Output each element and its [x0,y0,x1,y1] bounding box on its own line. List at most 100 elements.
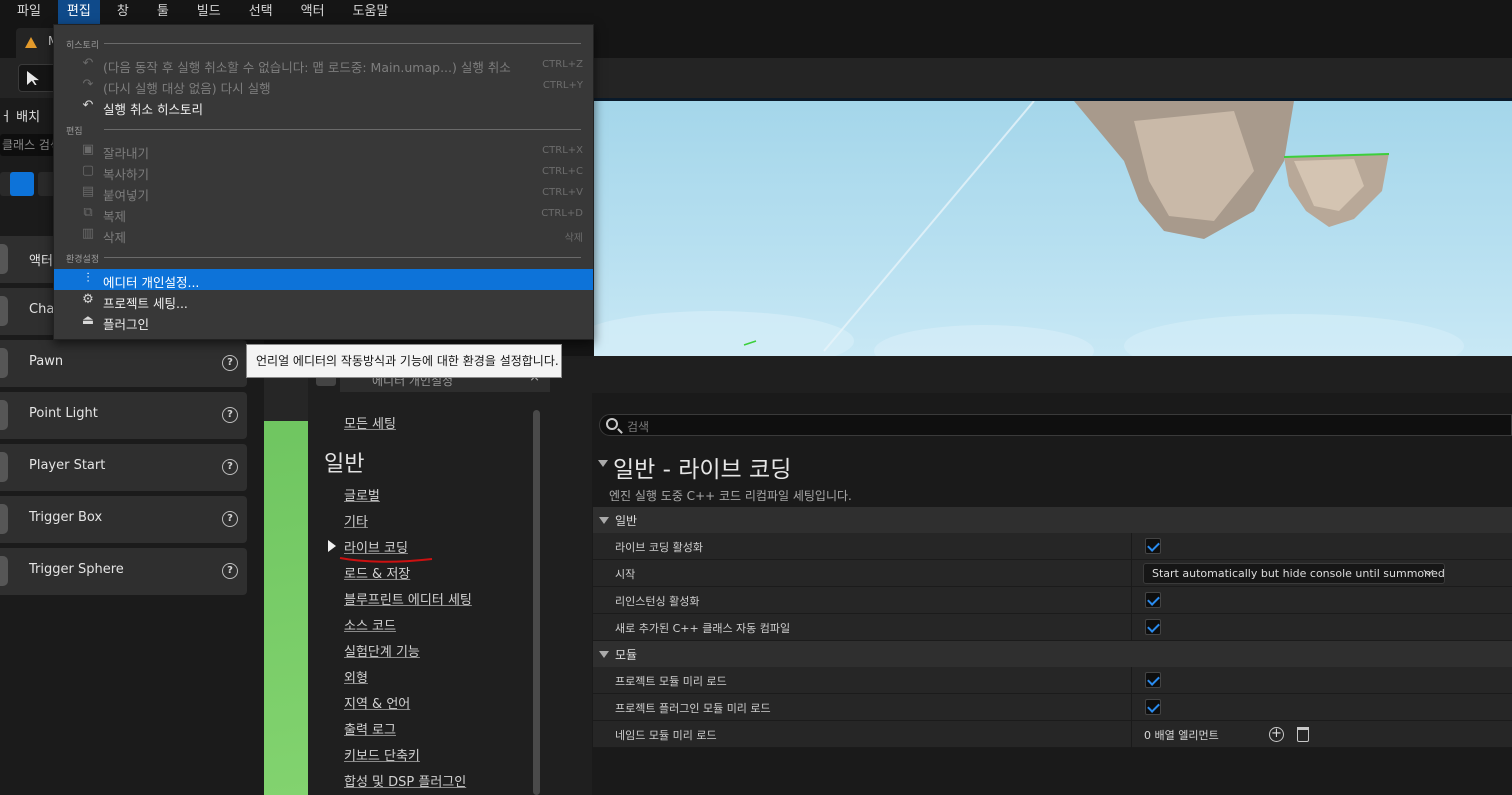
undo-icon: ↶ [82,56,94,71]
column-divider[interactable] [1131,614,1132,641]
menu-item-label: 잘라내기 [103,146,150,161]
startup-combo[interactable]: Start automatically but hide console unt… [1143,563,1445,584]
details-description: 엔진 실행 도중 C++ 코드 리컴파일 세팅입니다. [609,489,852,503]
level-viewport[interactable] [594,98,1512,356]
menu-item-shortcut: CTRL+V [542,187,583,198]
trash-icon[interactable] [1297,727,1309,742]
menu-item-label: 붙여넣기 [103,188,150,203]
filter-shapes-icon[interactable] [10,172,34,196]
duplicate-icon: ⧉ [83,205,93,220]
actor-item[interactable]: Pawn? [0,340,247,387]
column-divider[interactable] [1131,694,1132,721]
help-icon[interactable]: ? [222,563,238,579]
help-icon[interactable]: ? [222,511,238,527]
menu-item-undo[interactable]: ↶ (다음 동작 후 실행 취소할 수 없습니다: 맵 로드중: Main.um… [54,54,593,76]
add-element-icon[interactable]: + [1269,727,1284,742]
menu-item-label: (다시 실행 대상 없음) 다시 실행 [103,81,271,96]
nav-item[interactable]: 키보드 단축키 [344,745,420,764]
actor-item[interactable]: Trigger Box? [0,496,247,543]
paste-icon: ▤ [81,184,95,199]
menu-item-redo[interactable]: ↷ (다시 실행 대상 없음) 다시 실행 CTRL+Y [54,75,593,97]
section-settings: 환경설정 [66,255,100,265]
edit-menu-dropdown: 히스토리 ↶ (다음 동작 후 실행 취소할 수 없습니다: 맵 로드중: Ma… [53,24,594,340]
preload-plugin-modules-checkbox[interactable] [1145,699,1161,715]
nav-scrollbar[interactable] [533,410,540,795]
nav-group-title: 일반 [324,452,365,477]
column-divider[interactable] [1131,667,1132,694]
menu-window[interactable]: 창 [100,0,140,24]
enable-live-coding-checkbox[interactable] [1145,538,1161,554]
menu-build[interactable]: 빌드 [180,0,232,24]
menu-item-shortcut: CTRL+Z [542,59,583,70]
menu-help[interactable]: 도움말 [336,0,400,24]
help-icon[interactable]: ? [222,407,238,423]
nav-item[interactable]: 지역 & 언어 [344,693,410,712]
reinstancing-checkbox[interactable] [1145,592,1161,608]
nav-item[interactable]: 기타 [344,511,368,530]
help-icon[interactable]: ? [222,355,238,371]
actor-item[interactable]: Trigger Sphere? [0,548,247,595]
section-history: 히스토리 [66,41,100,51]
nav-all-settings[interactable]: 모든 세팅 [344,413,396,432]
menu-select[interactable]: 선택 [232,0,284,24]
nav-item[interactable]: 합성 및 DSP 플러그인 [344,771,466,790]
property-row: 리인스턴싱 활성화 [593,587,1512,614]
nav-item-selected[interactable]: 라이브 코딩 [344,537,408,556]
nav-item[interactable]: 로드 & 저장 [344,563,410,582]
combo-value: Start automatically but hide console unt… [1152,567,1445,580]
nav-item[interactable]: 외형 [344,667,368,686]
settings-search-input[interactable]: 검색 [599,414,1512,436]
menu-item-delete[interactable]: ▥ 삭제 삭제 [54,224,593,246]
menu-item-duplicate[interactable]: ⧉ 복제 CTRL+D [54,203,593,225]
menu-file[interactable]: 파일 [0,0,52,24]
property-name: 새로 추가된 C++ 클래스 자동 컴파일 [615,622,791,635]
property-name: 리인스턴싱 활성화 [615,595,700,608]
nav-item[interactable]: 글로벌 [344,485,380,504]
actor-thumbnail [0,244,8,274]
collapse-arrow-icon[interactable] [598,460,608,467]
auto-compile-checkbox[interactable] [1145,619,1161,635]
category-modules[interactable]: 모듈 [593,641,1512,667]
menu-item-plugins[interactable]: ⏏ 플러그인 [54,311,593,333]
menu-item-label: 실행 취소 히스토리 [103,102,203,117]
property-row: 네임드 모듈 미리 로드 0 배열 엘리먼트 + [593,721,1512,748]
menu-item-editor-preferences[interactable]: ⫶ 에디터 개인설정... [54,269,593,290]
menu-item-undo-history[interactable]: ↶ 실행 취소 히스토리 [54,96,593,118]
menu-item-shortcut: CTRL+C [542,166,583,177]
menu-item-project-settings[interactable]: ⚙ 프로젝트 세팅... [54,290,593,312]
preload-project-modules-checkbox[interactable] [1145,672,1161,688]
category-title: 모듈 [615,648,638,662]
menu-item-paste[interactable]: ▤ 붙여넣기 CTRL+V [54,182,593,204]
property-row: 프로젝트 모듈 미리 로드 [593,667,1512,694]
section-edit: 편집 [66,127,83,137]
menu-item-label: 복제 [103,209,127,224]
menu-edit[interactable]: 편집 [57,0,100,24]
actor-name: Point Light [29,406,98,421]
actor-item[interactable]: Player Start? [0,444,247,491]
menu-item-cut[interactable]: ▣ 잘라내기 CTRL+X [54,140,593,162]
nav-item[interactable]: 소스 코드 [344,615,396,634]
nav-item[interactable]: 출력 로그 [344,719,396,738]
property-name: 시작 [615,568,636,581]
nav-item[interactable]: 블루프린트 에디터 세팅 [344,589,472,608]
undo-history-icon: ↶ [82,98,94,113]
column-divider[interactable] [1131,721,1132,748]
nav-item[interactable]: 실험단계 기능 [344,641,420,660]
menu-item-shortcut: 삭제 [564,233,583,244]
column-divider[interactable] [1131,587,1132,614]
plugin-icon: ⏏ [81,313,95,328]
copy-icon: ▢ [81,163,95,178]
column-divider[interactable] [1131,560,1132,587]
title-clipped-prefix: ㅓ [0,110,12,125]
menu-actor[interactable]: 액터 [284,0,336,24]
delete-icon: ▥ [81,226,95,241]
separator [104,129,581,130]
column-divider[interactable] [1131,533,1132,560]
help-icon[interactable]: ? [222,459,238,475]
menu-item-label: 프로젝트 세팅... [103,296,188,311]
actor-item[interactable]: Point Light? [0,392,247,439]
menu-tools[interactable]: 툴 [140,0,180,24]
category-general[interactable]: 일반 [593,507,1512,533]
redo-icon: ↷ [82,77,94,92]
menu-item-copy[interactable]: ▢ 복사하기 CTRL+C [54,161,593,183]
